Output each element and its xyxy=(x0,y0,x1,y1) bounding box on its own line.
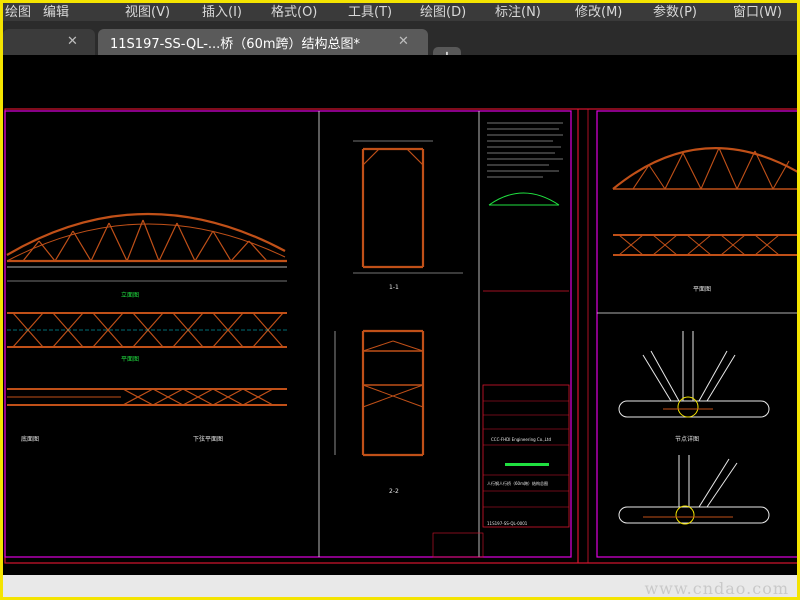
app-window: 绘图 编辑 视图(V) 插入(I) 格式(O) 工具(T) 绘图(D) 标注(N… xyxy=(0,0,800,600)
notes-and-title-block: CCC-FHDI Engineering Co.,Ltd 11S197-SS-Q… xyxy=(432,122,570,558)
watermark-text: www.cndao.com xyxy=(644,579,789,598)
node-detail-label: 节点详图 xyxy=(675,435,699,443)
tab-title: 11S197-SS-QL-...桥（60m跨）结构总图* xyxy=(110,37,361,52)
menu-bar: 绘图 编辑 视图(V) 插入(I) 格式(O) 工具(T) 绘图(D) 标注(N… xyxy=(3,3,797,21)
node-detail-1: 节点详图 xyxy=(618,331,770,443)
close-icon[interactable]: ✕ xyxy=(67,34,78,49)
cad-drawing: 立面图 平面图 底面图 下弦平面图 1-1 2-2 CCC-FHDI Engin… xyxy=(4,108,797,564)
menu-insert[interactable]: 插入(I) xyxy=(202,3,242,20)
section-1-label: 1-1 xyxy=(389,284,399,291)
drawing-frame xyxy=(4,108,797,564)
node-detail-2 xyxy=(618,455,770,525)
close-icon[interactable]: ✕ xyxy=(398,34,409,49)
menu-edit[interactable]: 编辑 xyxy=(43,3,69,20)
menu-tools[interactable]: 工具(T) xyxy=(348,3,392,20)
drawing-number: 11S197-SS-QL-0001 xyxy=(487,521,528,526)
right-plan-label: 平面图 xyxy=(693,286,711,293)
bottom-view-label: 底面图 xyxy=(21,435,39,443)
bridge-bottom-view: 底面图 下弦平面图 xyxy=(7,388,287,443)
company-name: CCC-FHDI Engineering Co.,Ltd xyxy=(491,437,551,442)
section-2-label: 2-2 xyxy=(389,488,399,495)
cross-section-1: 1-1 xyxy=(353,140,463,291)
status-bar: www.cndao.com xyxy=(3,575,797,598)
tab-active-document[interactable]: 11S197-SS-QL-...桥（60m跨）结构总图* ✕ xyxy=(98,29,428,55)
elevation-label: 立面图 xyxy=(121,291,139,299)
bridge-plan: 平面图 xyxy=(7,312,287,363)
tab-previous-document[interactable]: ✕ xyxy=(3,29,95,55)
title-block-title: 人行钢人行桥（60m跨）结构总图 xyxy=(487,480,548,486)
drawing-canvas[interactable]: 立面图 平面图 底面图 下弦平面图 1-1 2-2 CCC-FHDI Engin… xyxy=(3,55,797,575)
lower-chord-plan-label: 下弦平面图 xyxy=(193,435,223,443)
tab-bar: ✕ 11S197-SS-QL-...桥（60m跨）结构总图* ✕ + xyxy=(3,21,797,67)
cross-section-2: 2-2 xyxy=(334,329,425,495)
menu-draw-d[interactable]: 绘图(D) xyxy=(420,3,466,20)
menu-format[interactable]: 格式(O) xyxy=(271,3,317,20)
menu-modify[interactable]: 修改(M) xyxy=(575,3,622,20)
menu-params[interactable]: 参数(P) xyxy=(653,3,697,20)
right-elevation: 平面图 xyxy=(612,147,797,293)
plan-label: 平面图 xyxy=(121,356,139,363)
menu-dimension[interactable]: 标注(N) xyxy=(495,3,541,20)
menu-window[interactable]: 窗口(W) xyxy=(733,3,782,20)
bridge-elevation: 立面图 xyxy=(6,212,287,299)
menu-view[interactable]: 视图(V) xyxy=(125,3,170,20)
menu-draw[interactable]: 绘图 xyxy=(5,3,31,20)
